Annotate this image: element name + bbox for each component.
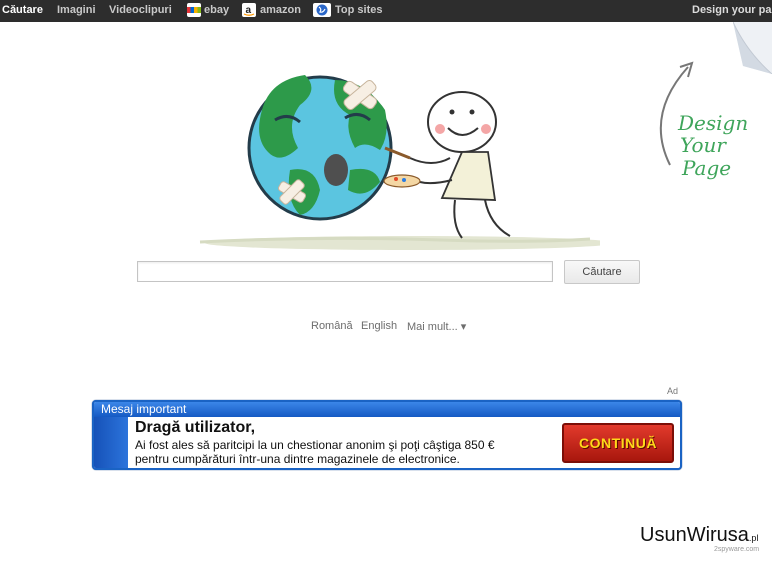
watermark-tld: .pl [748,533,759,543]
watermark-logo: UsunWirusa.pl [640,524,758,547]
design-art-word-1: Design [677,111,748,135]
ad-title: Dragă utilizator, [135,419,256,436]
design-art-word-3: Page [681,156,731,180]
top-navigation-bar: Căutare Imagini Videoclipuri ebay a amaz… [0,0,772,22]
more-languages-dropdown[interactable]: Mai mult... ▾ [407,320,466,333]
ad-message-line-2: pentru cumpărături într-una dintre magaz… [135,452,460,466]
ad-label: Ad [667,386,679,396]
ad-message: Ai fost ales să paritcipi la un chestion… [135,438,495,466]
nav-item-imagini[interactable]: Imagini [57,4,96,16]
globe-icon[interactable] [313,3,331,17]
watermark-main: UsunWirusa [640,524,749,546]
design-art-word-2: Your [680,133,727,157]
design-your-page-link[interactable]: Design your page [692,4,772,16]
ad-banner[interactable]: Mesaj important Dragă utilizator, Ai fos… [92,400,682,470]
nav-item-top-sites[interactable]: Top sites [335,4,382,16]
language-link-english[interactable]: English [361,320,397,332]
ad-message-line-1: Ai fost ales să paritcipi la un chestion… [135,438,495,452]
design-your-page-art[interactable]: Design Your Page [650,55,765,190]
ebay-icon[interactable] [187,3,201,17]
watermark-subtext: 2spyware.com [714,546,760,553]
nav-item-ebay[interactable]: ebay [204,4,229,16]
ad-header: Mesaj important [94,402,680,417]
globe-illustration [199,75,600,250]
ad-side-strip [94,417,128,468]
language-links: Română English Mai mult... ▾ [0,320,772,334]
nav-item-amazon[interactable]: amazon [260,4,301,16]
nav-item-cautare[interactable]: Căutare [2,4,43,16]
amazon-icon[interactable]: a [242,3,256,17]
search-button[interactable]: Căutare [564,260,640,284]
language-link-romana[interactable]: Română [311,320,353,332]
nav-item-videoclipuri[interactable]: Videoclipuri [109,4,172,16]
search-input[interactable] [137,261,553,282]
ad-continue-button[interactable]: CONTINUĂ [562,423,674,463]
